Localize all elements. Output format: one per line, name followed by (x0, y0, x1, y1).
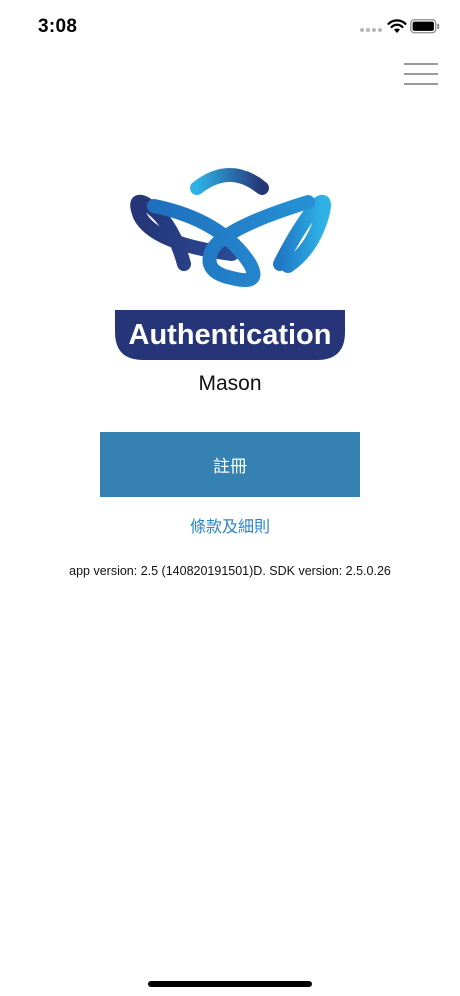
wifi-icon (387, 19, 407, 33)
terms-and-conditions-link[interactable]: 條款及細則 (0, 513, 460, 537)
menu-button[interactable] (400, 58, 442, 90)
battery-icon (410, 19, 440, 34)
cellular-signal-icon (360, 28, 382, 32)
home-indicator[interactable] (148, 981, 312, 987)
version-info: app version: 2.5 (140820191501)D. SDK ve… (69, 564, 391, 578)
app-logo: Authentication (115, 168, 345, 360)
status-bar: 3:08 (0, 0, 460, 54)
account-name: Mason (198, 372, 262, 395)
hamburger-menu-icon (404, 63, 438, 65)
status-time: 3:08 (38, 16, 78, 37)
register-button[interactable]: 註冊 (100, 432, 360, 497)
logo-wordmark: Authentication (129, 319, 332, 351)
